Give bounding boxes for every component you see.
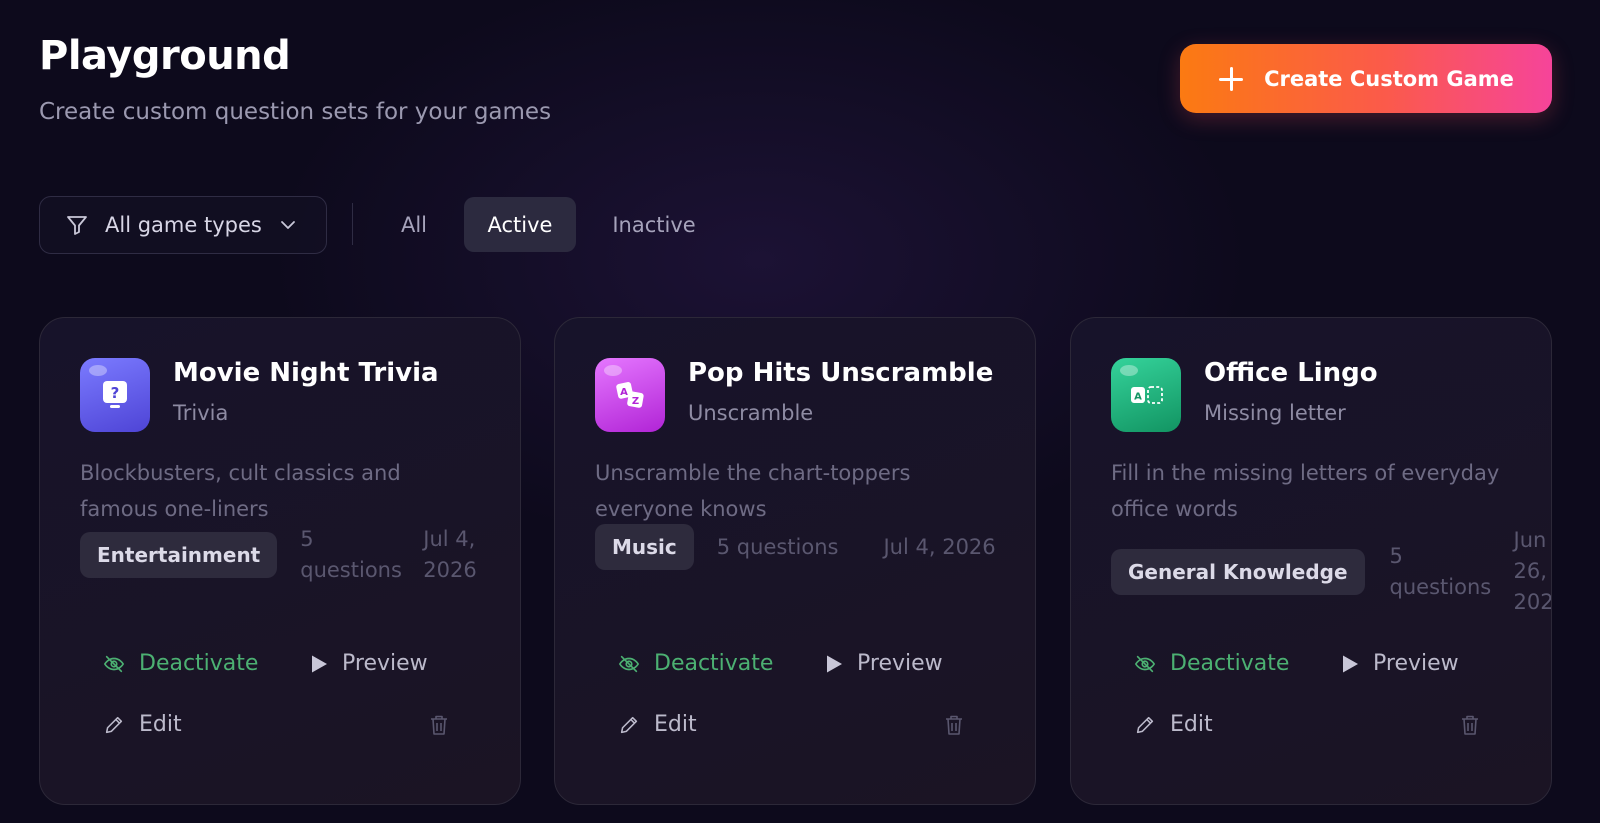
page-subtitle: Create custom question sets for your gam… [39, 99, 552, 125]
card-title: Movie Night Trivia [173, 358, 439, 388]
game-card: ? Movie Night Trivia Trivia Blockbusters… [39, 317, 521, 805]
trash-icon[interactable] [944, 714, 964, 736]
preview-button[interactable]: Preview [310, 651, 428, 676]
card-meta: Music 5 questions Jul 4, 2026 [595, 524, 996, 570]
edit-label: Edit [1170, 712, 1213, 737]
chevron-down-icon [280, 221, 295, 229]
card-meta: General Knowledge 5 questions Jun 26, 20… [1111, 525, 1551, 618]
card-description: Fill in the missing letters of everyday … [1111, 461, 1500, 521]
category-tag: Music [595, 524, 694, 570]
deactivate-button[interactable]: Deactivate [1134, 651, 1289, 676]
card-meta: Entertainment 5 questions Jul 4, 2026 [80, 524, 493, 586]
deactivate-label: Deactivate [139, 651, 259, 676]
play-icon [1343, 655, 1358, 672]
preview-label: Preview [1373, 651, 1459, 676]
card-description: Unscramble the chart-toppers everyone kn… [595, 461, 911, 521]
svg-text:A: A [1134, 392, 1142, 403]
edit-button[interactable]: Edit [103, 712, 182, 737]
trash-icon[interactable] [1460, 714, 1480, 736]
play-icon [827, 655, 842, 672]
eye-off-icon [1134, 655, 1156, 672]
edit-label: Edit [139, 712, 182, 737]
edit-button[interactable]: Edit [618, 712, 697, 737]
svg-text:Z: Z [632, 396, 639, 407]
game-card: A Z Pop Hits Unscramble Unscramble Unscr… [554, 317, 1036, 805]
created-date: Jun 26, 2026 [1513, 528, 1551, 614]
preview-label: Preview [342, 651, 428, 676]
svg-text:A: A [620, 387, 628, 398]
edit-button[interactable]: Edit [1134, 712, 1213, 737]
card-title: Pop Hits Unscramble [688, 358, 994, 388]
card-description: Blockbusters, cult classics and famous o… [80, 461, 401, 521]
card-game-type: Trivia [173, 401, 229, 425]
game-type-filter[interactable]: All game types [39, 196, 327, 254]
preview-label: Preview [857, 651, 943, 676]
filter-icon [67, 216, 87, 235]
card-title: Office Lingo [1204, 358, 1378, 388]
pencil-icon [1136, 716, 1154, 733]
trash-icon[interactable] [429, 714, 449, 736]
missing-letter-icon: A [1111, 358, 1181, 432]
game-type-filter-label: All game types [105, 213, 262, 237]
create-custom-game-button[interactable]: Create Custom Game [1180, 44, 1552, 113]
created-date: Jul 4, 2026 [883, 534, 996, 559]
eye-off-icon [618, 655, 640, 672]
svg-text:?: ? [111, 384, 120, 402]
deactivate-button[interactable]: Deactivate [103, 651, 258, 676]
deactivate-label: Deactivate [654, 651, 774, 676]
deactivate-label: Deactivate [1170, 651, 1290, 676]
pencil-icon [620, 716, 638, 733]
category-tag: Entertainment [80, 532, 278, 578]
deactivate-button[interactable]: Deactivate [618, 651, 773, 676]
play-icon [312, 655, 327, 672]
tab-inactive[interactable]: Inactive [598, 197, 710, 252]
category-tag: General Knowledge [1111, 548, 1365, 595]
create-button-label: Create Custom Game [1264, 66, 1514, 91]
edit-label: Edit [654, 712, 697, 737]
eye-off-icon [103, 655, 125, 672]
page-title: Playground [39, 33, 291, 79]
game-card: A Office Lingo Missing letter Fill in th… [1070, 317, 1552, 805]
card-game-type: Missing letter [1204, 401, 1346, 425]
card-game-type: Unscramble [688, 401, 814, 425]
preview-button[interactable]: Preview [825, 651, 943, 676]
tab-active[interactable]: Active [464, 197, 576, 252]
tab-all[interactable]: All [386, 197, 442, 252]
filter-divider [352, 203, 353, 245]
question-screen-icon: ? [80, 358, 150, 432]
plus-icon [1218, 66, 1244, 92]
preview-button[interactable]: Preview [1341, 651, 1459, 676]
question-count: 5 questions [716, 534, 839, 559]
pencil-icon [105, 716, 123, 733]
question-count: 5 questions [300, 527, 402, 582]
created-date: Jul 4, 2026 [423, 527, 477, 582]
question-count: 5 questions [1389, 543, 1492, 599]
az-tiles-icon: A Z [595, 358, 665, 432]
